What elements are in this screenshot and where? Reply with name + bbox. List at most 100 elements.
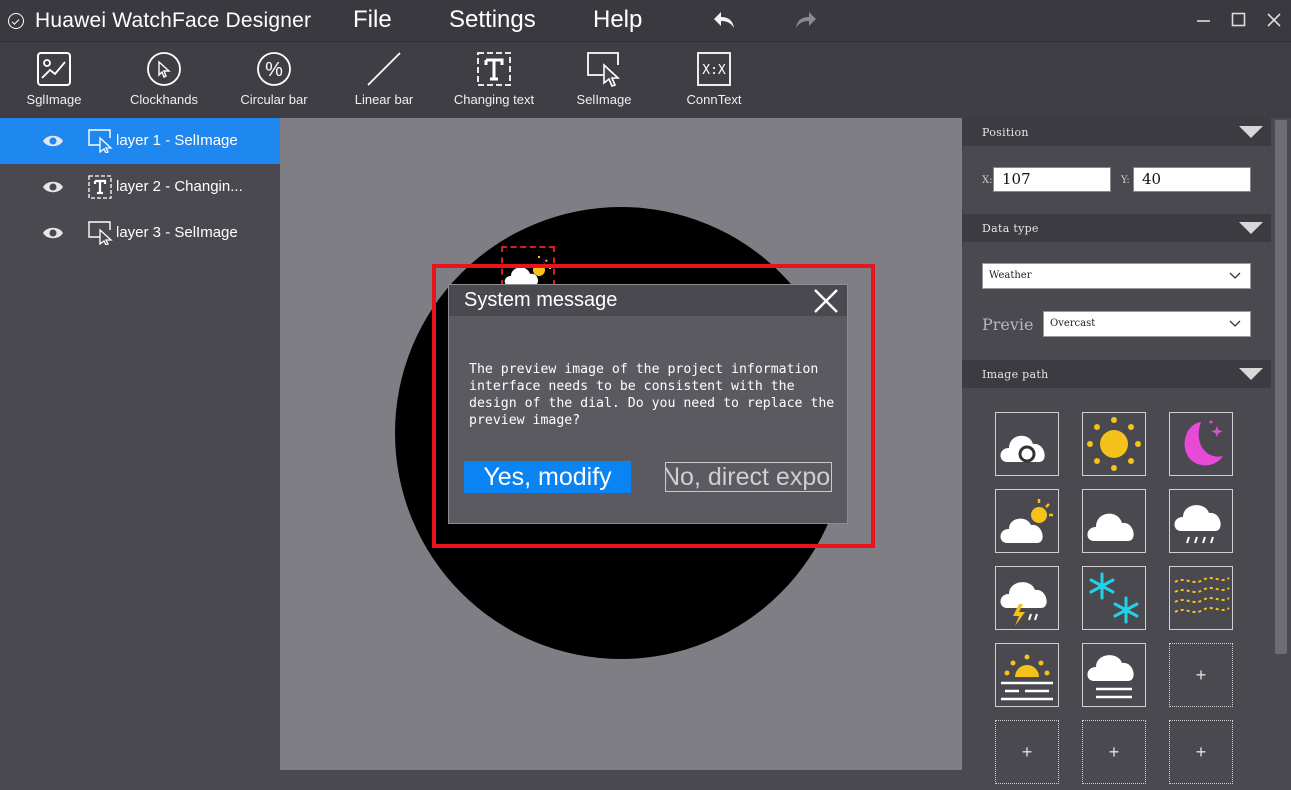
tool-label: Circular bar bbox=[240, 92, 308, 107]
chevron-down-icon bbox=[1229, 272, 1241, 279]
no-direct-export-button[interactable]: No, direct export bbox=[665, 462, 832, 492]
y-label: Y: bbox=[1121, 175, 1130, 186]
layer-name: layer 2 - Changin... bbox=[116, 178, 243, 195]
tool-label: Linear bar bbox=[354, 92, 414, 107]
yes-modify-button[interactable]: Yes, modify bbox=[464, 461, 631, 493]
menu-file[interactable]: File bbox=[353, 6, 392, 34]
tool-label: SglImage bbox=[26, 92, 82, 107]
toolbar: SglImage Clockhands % Circular bar Linea… bbox=[0, 42, 1291, 118]
app-window: Huawei WatchFace Designer File Settings … bbox=[0, 0, 1291, 790]
tool-linear-bar[interactable]: Linear bar bbox=[334, 48, 434, 107]
image-tile-thunderstorm[interactable] bbox=[995, 566, 1059, 630]
text-box-icon bbox=[477, 52, 511, 86]
app-title: Huawei WatchFace Designer bbox=[35, 8, 312, 32]
properties-panel: Position X: 107 Y: 40 Data type Weather … bbox=[962, 118, 1291, 790]
image-tile-moon[interactable] bbox=[1169, 412, 1233, 476]
diagonal-line-icon bbox=[367, 52, 401, 86]
add-image-tile[interactable]: + bbox=[1169, 720, 1233, 784]
collapse-caret-icon[interactable] bbox=[1239, 368, 1263, 380]
system-message-dialog: System message The preview image of the … bbox=[448, 284, 848, 524]
title-bar: Huawei WatchFace Designer File Settings … bbox=[0, 0, 1291, 42]
add-image-tile[interactable]: + bbox=[1082, 720, 1146, 784]
maximize-icon[interactable] bbox=[1229, 10, 1249, 30]
tool-sglimage[interactable]: SglImage bbox=[4, 48, 104, 107]
dialog-header: System message bbox=[449, 285, 847, 316]
add-image-tile[interactable]: + bbox=[1169, 643, 1233, 707]
status-strip bbox=[280, 770, 962, 790]
eye-icon[interactable] bbox=[42, 179, 64, 195]
select-cursor-icon bbox=[88, 221, 113, 245]
image-tile-overcast[interactable] bbox=[995, 412, 1059, 476]
overcast-cloud-icon bbox=[1000, 435, 1045, 463]
panel-scrollbar[interactable] bbox=[1275, 120, 1287, 654]
image-tile-sunrise-fog[interactable] bbox=[995, 643, 1059, 707]
dialog-title: System message bbox=[464, 289, 618, 311]
selected-layer-outline[interactable] bbox=[501, 246, 555, 286]
layer-name: layer 1 - SelImage bbox=[116, 132, 238, 149]
select-value: Overcast bbox=[1050, 318, 1096, 329]
tool-changing-text[interactable]: Changing text bbox=[444, 48, 544, 107]
y-input[interactable]: 40 bbox=[1133, 167, 1251, 192]
image-tile-partly-cloudy[interactable] bbox=[995, 489, 1059, 553]
layers-panel: layer 1 - SelImage layer 2 - Changin... … bbox=[0, 118, 280, 790]
image-tile-cloud[interactable] bbox=[1082, 489, 1146, 553]
select-cursor-icon bbox=[88, 129, 113, 153]
menu-help[interactable]: Help bbox=[593, 6, 642, 34]
dialog-message: The preview image of the project informa… bbox=[469, 362, 835, 428]
tool-clockhands[interactable]: Clockhands bbox=[114, 48, 214, 107]
add-image-tile[interactable]: + bbox=[995, 720, 1059, 784]
collapse-caret-icon[interactable] bbox=[1239, 222, 1263, 234]
layer-item-1[interactable]: layer 1 - SelImage bbox=[0, 118, 280, 164]
conn-text-icon: X:X bbox=[697, 52, 731, 86]
select-value: Weather bbox=[989, 270, 1032, 281]
tool-circular-bar[interactable]: % Circular bar bbox=[224, 48, 324, 107]
data-type-section-header[interactable]: Data type bbox=[962, 214, 1271, 242]
layer-item-2[interactable]: layer 2 - Changin... bbox=[0, 164, 280, 210]
collapse-caret-icon[interactable] bbox=[1239, 126, 1263, 138]
x-input[interactable]: 107 bbox=[993, 167, 1111, 192]
tool-label: SelImage bbox=[576, 92, 632, 107]
image-path-section-header[interactable]: Image path bbox=[962, 360, 1271, 388]
data-type-select[interactable]: Weather bbox=[982, 263, 1251, 289]
moon-star-icon bbox=[1184, 420, 1223, 466]
layer-item-3[interactable]: layer 3 - SelImage bbox=[0, 210, 280, 256]
tool-selimage[interactable]: SelImage bbox=[554, 48, 654, 107]
image-tile-sun[interactable] bbox=[1082, 412, 1146, 476]
haze-icon bbox=[1174, 577, 1230, 613]
tool-label: Changing text bbox=[453, 92, 535, 107]
image-tile-haze[interactable] bbox=[1169, 566, 1233, 630]
svg-text:%: % bbox=[265, 59, 283, 81]
tool-label: Clockhands bbox=[130, 92, 198, 107]
image-tile-rain[interactable] bbox=[1169, 489, 1233, 553]
rain-cloud-icon bbox=[1174, 505, 1221, 544]
section-title: Image path bbox=[982, 368, 1049, 381]
percent-circle-icon: % bbox=[257, 52, 291, 86]
eye-icon[interactable] bbox=[42, 225, 64, 241]
close-window-icon[interactable] bbox=[1264, 10, 1284, 30]
tool-conntext[interactable]: X:X ConnText bbox=[664, 48, 764, 107]
close-icon[interactable] bbox=[813, 288, 839, 314]
thunderstorm-icon bbox=[1000, 582, 1047, 626]
sun-icon bbox=[1087, 417, 1141, 471]
layer-name: layer 3 - SelImage bbox=[116, 224, 238, 241]
text-box-icon bbox=[88, 175, 112, 199]
partly-cloudy-icon bbox=[1000, 499, 1053, 543]
undo-icon[interactable] bbox=[711, 8, 737, 32]
sunrise-fog-icon bbox=[1001, 654, 1053, 701]
preview-select[interactable]: Overcast bbox=[1043, 311, 1251, 337]
select-cursor-icon bbox=[587, 52, 621, 87]
redo-icon[interactable] bbox=[793, 8, 819, 32]
eye-icon[interactable] bbox=[42, 133, 64, 149]
image-tile-cloud-fog[interactable] bbox=[1082, 643, 1146, 707]
tool-label: ConnText bbox=[686, 92, 742, 107]
image-tile-snow[interactable] bbox=[1082, 566, 1146, 630]
cursor-circle-icon bbox=[147, 52, 181, 86]
snowflake-icon bbox=[1089, 572, 1139, 624]
preview-label: Previe bbox=[982, 315, 1034, 334]
cloud-fog-icon bbox=[1087, 655, 1134, 699]
chevron-down-icon bbox=[1229, 320, 1241, 327]
minimize-icon[interactable] bbox=[1194, 10, 1214, 30]
menu-settings[interactable]: Settings bbox=[449, 6, 536, 34]
app-logo-icon bbox=[8, 12, 24, 29]
position-section-header[interactable]: Position bbox=[962, 118, 1271, 146]
